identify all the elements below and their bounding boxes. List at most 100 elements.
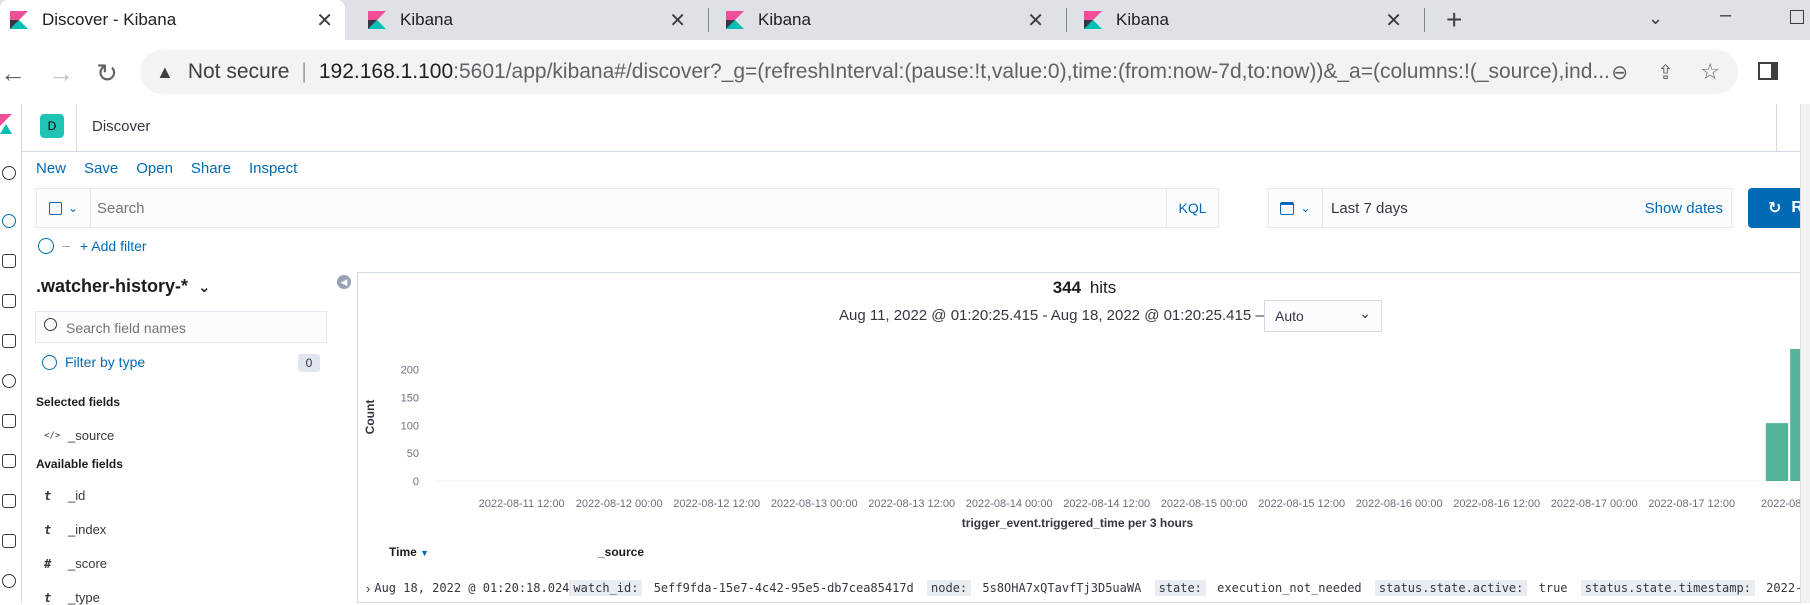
refresh-icon: ↻ [1768,200,1782,217]
url-divider: | [301,60,307,83]
available-fields-heading: Available fields [36,457,123,471]
minimize-icon[interactable]: – [1720,4,1731,27]
maps-icon[interactable] [2,374,16,388]
field-item[interactable]: t _index [44,522,106,537]
collapse-sidebar-icon[interactable]: ◀ [337,275,351,289]
tab-title: Kibana [758,10,811,29]
filter-by-type-button[interactable]: Filter by type [42,354,145,370]
share-button[interactable]: Share [191,160,231,182]
browser-tab[interactable]: Kibana ✕ [1074,0,1414,40]
warning-icon: ▲ [156,61,174,82]
sort-down-icon: ▼ [420,548,430,558]
x-tick-label: 2022-08-11 12:00 [479,498,565,510]
tab-search-chevron-icon[interactable]: ⌄ [1648,8,1663,29]
security-label[interactable]: Not secure [188,60,290,84]
x-tick-label: 2022-08-15 00:00 [1161,498,1248,510]
chevron-down-icon: ⌄ [1359,305,1371,321]
number-type-icon: # [44,556,52,571]
interval-value: Auto [1275,308,1304,324]
close-tab-icon[interactable]: ✕ [669,8,686,33]
quick-select-button[interactable]: ⌄ [1269,189,1323,227]
field-search-box[interactable] [35,311,327,343]
browser-tab[interactable]: Discover - Kibana ✕ [0,0,345,40]
header-divider [1776,104,1777,152]
dev-tools-icon[interactable] [2,574,16,588]
browser-tab[interactable]: Kibana ✕ [716,0,1056,40]
source-key: node: [927,580,972,596]
x-tick-label: 2022-08-15 12:00 [1258,498,1345,510]
bookmark-star-icon[interactable]: ☆ [1700,59,1720,85]
new-button[interactable]: New [36,160,66,182]
query-bar: ⌄ KQL [36,188,1219,228]
forward-icon[interactable]: → [48,58,74,89]
selected-fields-heading: Selected fields [36,395,121,409]
code-icon: </> [44,430,61,441]
tab-separator [708,8,709,32]
x-tick-label: 2022-08-14 12:00 [1063,498,1150,510]
top-nav-menu: New Save Open Share Inspect [36,160,315,182]
field-item[interactable]: </> _source [44,428,114,443]
row-time: Aug 18, 2022 @ 01:20:18.024 [374,581,570,595]
apm-icon[interactable] [2,494,16,508]
visualize-icon[interactable] [2,254,16,268]
x-tick-label: 2022-08-12 12:00 [673,498,760,510]
browser-tab[interactable]: Kibana ✕ [358,0,698,40]
source-value: 5s8OHA7xQTavfTj3D5uaWA [982,581,1142,595]
close-tab-icon[interactable]: ✕ [316,8,333,33]
field-item[interactable]: t _id [44,488,85,503]
field-search-input[interactable] [66,318,316,338]
share-icon[interactable]: ⇪ [1657,60,1674,85]
kibana-logo-icon [726,11,744,29]
calendar-icon [1280,201,1295,215]
show-dates-button[interactable]: Show dates [1645,200,1723,217]
source-key: status.state.active: [1374,580,1528,596]
sidepanel-icon[interactable] [1758,62,1778,80]
saved-query-button[interactable]: ⌄ [37,189,91,227]
kibana-logo-icon [1084,11,1102,29]
time-range-label[interactable]: Last 7 days [1331,200,1408,217]
index-pattern-selector[interactable]: .watcher-history-* ⌄ [36,276,211,297]
filter-icon [42,354,57,370]
x-axis-label: trigger_event.triggered_time per 3 hours [962,516,1194,530]
filter-options-icon[interactable] [38,238,54,254]
infrastructure-icon[interactable] [2,454,16,468]
table-row[interactable]: › Aug 18, 2022 @ 01:20:18.024 watch_id: … [358,576,1810,600]
search-input[interactable] [97,195,1147,221]
browser-tab-bar: Discover - Kibana ✕ Kibana ✕ Kibana ✕ Ki… [0,0,1810,40]
open-button[interactable]: Open [136,160,173,182]
close-tab-icon[interactable]: ✕ [1027,8,1044,33]
zoom-icon[interactable]: ⊖ [1611,60,1628,85]
kibana-logo-icon[interactable] [0,114,12,139]
inspect-button[interactable]: Inspect [249,160,297,182]
space-avatar[interactable]: D [40,114,64,138]
expand-row-icon[interactable]: › [366,581,370,596]
field-name: _score [68,556,108,571]
query-language-button[interactable]: KQL [1166,189,1218,227]
y-tick-label: 150 [401,393,419,405]
back-icon[interactable]: ← [0,58,26,89]
uptime-icon[interactable] [2,534,16,548]
url-box[interactable]: ▲ Not secure | 192.168.1.100 :5601/app/k… [140,50,1738,94]
canvas-icon[interactable] [2,334,16,348]
recent-icon[interactable] [2,166,16,180]
histogram-chart: 0 50 100 150 200 Count 2022-08-11 12:00 2022-08… [363,349,1810,530]
interval-select[interactable]: Auto ⌄ [1264,300,1382,332]
page-scrollbar[interactable] [1800,104,1810,603]
field-item[interactable]: # _score [44,556,107,571]
new-tab-icon[interactable]: + [1446,4,1462,36]
add-filter-button[interactable]: + Add filter [80,238,147,254]
ml-icon[interactable] [2,414,16,428]
save-button[interactable]: Save [84,160,118,182]
column-header-time[interactable]: Time ▼ [389,545,429,559]
tab-title: Kibana [400,10,453,29]
dashboard-icon[interactable] [2,294,16,308]
discover-icon[interactable] [2,214,16,228]
index-pattern-label: .watcher-history-* [36,276,189,296]
hits-count: 344 [1052,278,1082,297]
reload-icon[interactable]: ↻ [96,58,118,89]
url-path: :5601/app/kibana#/discover?_g=(refreshIn… [453,60,1610,83]
y-tick-label: 200 [401,365,419,377]
maximize-icon[interactable] [1790,10,1804,24]
close-tab-icon[interactable]: ✕ [1385,8,1402,33]
tab-separator [1424,8,1425,32]
